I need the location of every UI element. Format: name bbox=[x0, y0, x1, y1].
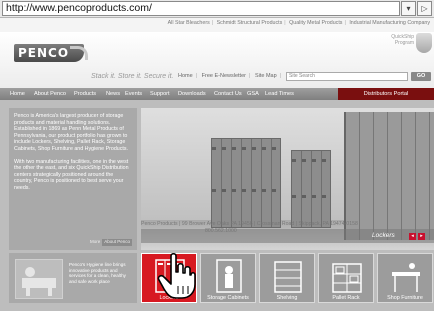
tile-pallet-rack[interactable]: Pallet Rack bbox=[318, 253, 374, 303]
intro-paragraph-1: Penco is America's largest producer of s… bbox=[14, 113, 128, 152]
tile-storage-cabinets[interactable]: Storage Cabinets bbox=[200, 253, 256, 303]
tagline: Stack it. Store it. Secure it. bbox=[91, 73, 174, 80]
nav-item-products[interactable]: Products bbox=[74, 88, 96, 100]
distributors-portal-button[interactable]: Distributors Portal bbox=[338, 88, 434, 100]
nav-item-events[interactable]: Events bbox=[125, 88, 142, 100]
main-content: Penco is America's largest producer of s… bbox=[0, 100, 434, 311]
nav-item-gsa[interactable]: GSA bbox=[247, 88, 259, 100]
intro-panel: Penco is America's largest producer of s… bbox=[9, 108, 137, 250]
nav-item-home[interactable]: Home bbox=[10, 88, 25, 100]
tile-shop-furniture[interactable]: Shop Furniture bbox=[377, 253, 433, 303]
pallet-rack-icon bbox=[332, 263, 362, 293]
more-label: More bbox=[89, 239, 101, 245]
header-link-home[interactable]: Home bbox=[178, 73, 193, 79]
link-industrial-manufacturing[interactable]: Industrial Manufacturing Company bbox=[349, 20, 430, 26]
go-arrow-icon[interactable]: ▷ bbox=[417, 1, 432, 16]
intro-paragraph-2: With two manufacturing facilities, one i… bbox=[14, 158, 129, 191]
quickship-label[interactable]: QuickShip Program bbox=[378, 34, 414, 46]
web-page: All Star Bleachers | Schmidt Structural P… bbox=[0, 18, 434, 311]
nav-item-support[interactable]: Support bbox=[150, 88, 170, 100]
search-go-button[interactable]: GO bbox=[411, 72, 431, 81]
tile-label: Storage Cabinets bbox=[207, 295, 249, 301]
hygiene-promo-text: Penco's Hygiene line brings innovative p… bbox=[69, 262, 126, 284]
nav-item-news[interactable]: News bbox=[106, 88, 120, 100]
header-links: Home | Free E-Newsletter | Site Map | bbox=[178, 73, 282, 79]
site-search-input[interactable]: Site Search bbox=[286, 72, 408, 81]
browser-address-bar: http://www.pencoproducts.com/ ▾ ▷ bbox=[0, 0, 434, 18]
link-all-star-bleachers[interactable]: All Star Bleachers bbox=[168, 20, 210, 26]
footer-phone: 800.562.1000 bbox=[205, 228, 237, 234]
hygiene-illustration-icon bbox=[15, 259, 63, 299]
locker-bank-image bbox=[211, 138, 281, 228]
locker-bank-image bbox=[291, 150, 331, 228]
hero-caption: Lockers bbox=[372, 232, 395, 239]
tile-shelving[interactable]: Shelving bbox=[259, 253, 315, 303]
header-link-newsletter[interactable]: Free E-Newsletter bbox=[202, 73, 246, 79]
tile-label: Pallet Rack bbox=[332, 295, 360, 301]
footer-address: Penco Products | 99 Brower Ave Oaks PA 1… bbox=[141, 221, 358, 227]
sister-company-links: All Star Bleachers | Schmidt Structural P… bbox=[167, 20, 430, 26]
hand-pointer-cursor-icon bbox=[157, 252, 196, 299]
more-row: More About Penco bbox=[90, 239, 132, 246]
about-penco-button[interactable]: About Penco bbox=[102, 239, 132, 246]
logo-swoosh-icon bbox=[70, 46, 88, 60]
link-quality-metal[interactable]: Quality Metal Products bbox=[289, 20, 342, 26]
site-header: PENCO Stack it. Store it. Secure it. Hom… bbox=[0, 32, 434, 88]
chevron-down-icon[interactable]: ▾ bbox=[401, 1, 416, 16]
main-nav: Home About Penco Products News Events Su… bbox=[0, 88, 434, 100]
nav-item-contact[interactable]: Contact Us bbox=[214, 88, 242, 100]
nav-item-about[interactable]: About Penco bbox=[34, 88, 66, 100]
storage-cabinet-icon bbox=[216, 259, 242, 293]
header-link-sitemap[interactable]: Site Map bbox=[255, 73, 277, 79]
quickship-badge-icon[interactable] bbox=[416, 33, 432, 53]
next-arrow-icon[interactable]: ▸ bbox=[418, 233, 425, 240]
hygiene-promo[interactable]: Penco's Hygiene line brings innovative p… bbox=[9, 253, 137, 303]
url-field[interactable]: http://www.pencoproducts.com/ bbox=[2, 1, 400, 16]
nav-item-lead-times[interactable]: Lead Times bbox=[265, 88, 294, 100]
tile-label: Shelving bbox=[276, 295, 298, 301]
shop-furniture-icon bbox=[392, 263, 420, 292]
nav-item-downloads[interactable]: Downloads bbox=[178, 88, 206, 100]
prev-arrow-icon[interactable]: ◂ bbox=[409, 233, 416, 240]
link-schmidt-structural[interactable]: Schmidt Structural Products bbox=[217, 20, 283, 26]
shelving-icon bbox=[274, 261, 302, 293]
tile-label: Shop Furniture bbox=[387, 295, 423, 301]
